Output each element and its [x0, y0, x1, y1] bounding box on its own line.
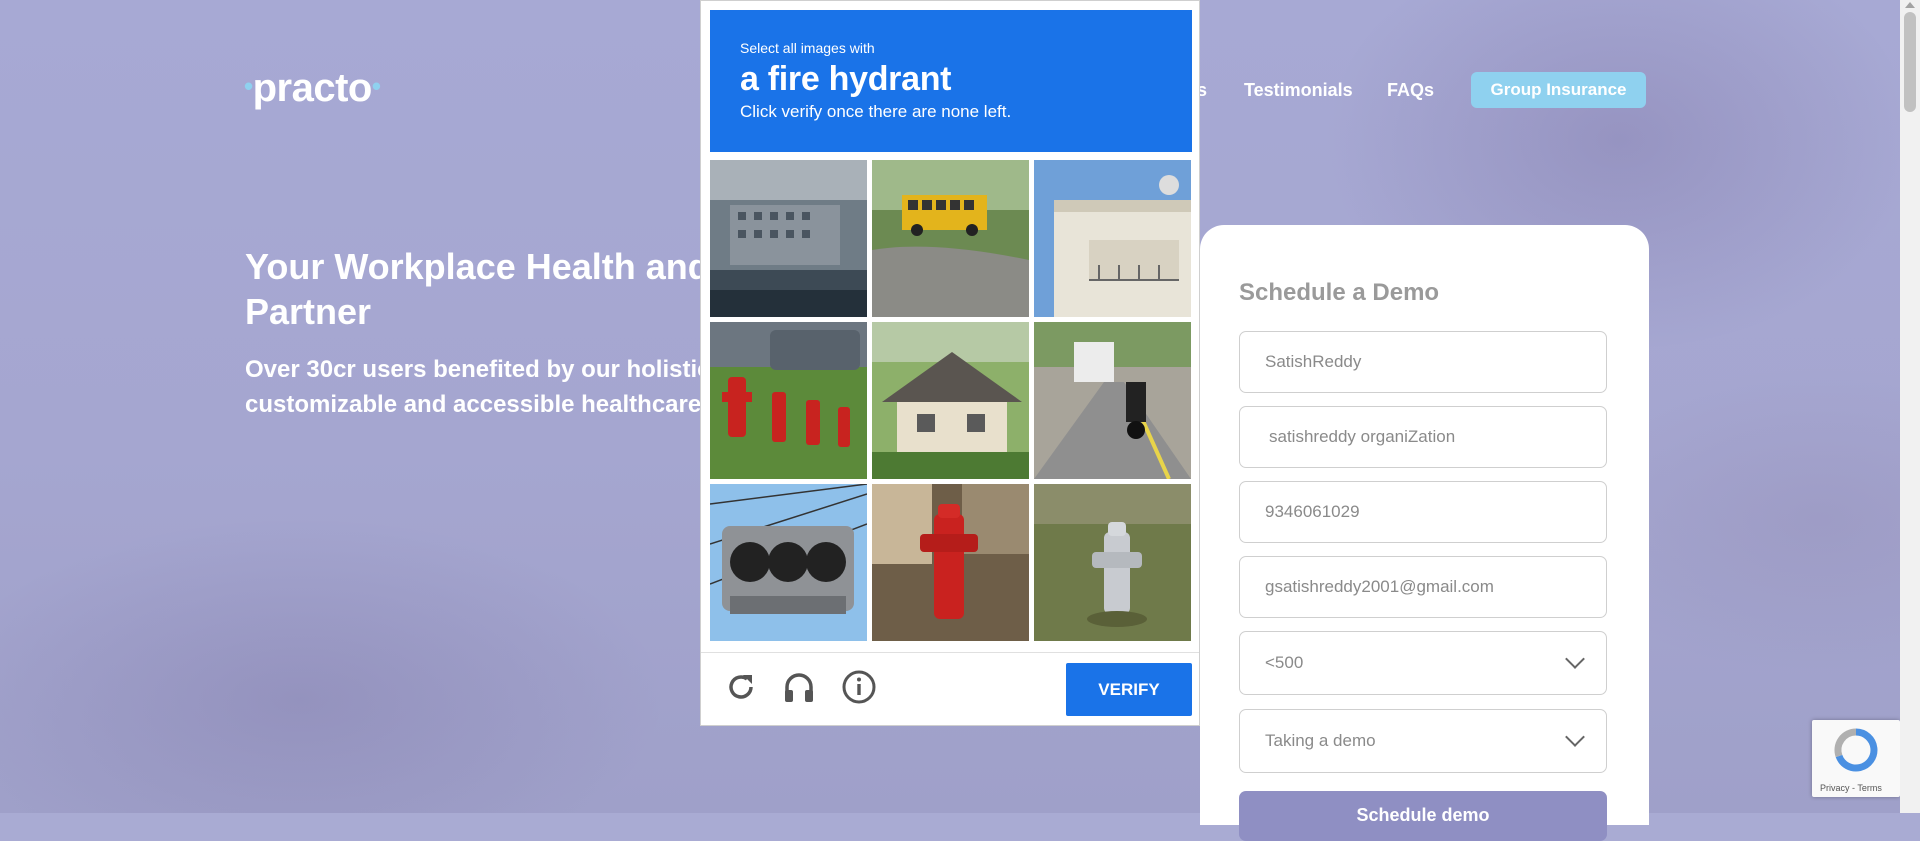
- scroll-up-icon[interactable]: [1905, 2, 1915, 8]
- hero-title-line2: Partner: [245, 291, 372, 332]
- schedule-demo-button[interactable]: Schedule demo: [1239, 791, 1607, 841]
- verify-button[interactable]: VERIFY: [1066, 663, 1192, 716]
- info-icon[interactable]: [839, 667, 879, 707]
- hero-subtitle-line1: Over 30cr users benefited by our holisti…: [245, 356, 715, 383]
- captcha-target: a fire hydrant: [740, 60, 952, 98]
- employee-count-value: <500: [1265, 653, 1304, 672]
- organization-field[interactable]: satishreddy organiZation: [1239, 406, 1607, 468]
- purpose-value: Taking a demo: [1265, 731, 1376, 750]
- captcha-instruction: Select all images with: [740, 40, 875, 56]
- recaptcha-badge[interactable]: Privacy - Terms: [1812, 720, 1900, 797]
- recaptcha-privacy-terms[interactable]: Privacy - Terms: [1820, 783, 1882, 793]
- phone-field[interactable]: 9346061029: [1239, 481, 1607, 543]
- email-field[interactable]: gsatishreddy2001@gmail.com: [1239, 556, 1607, 618]
- captcha-tile-red-hydrant[interactable]: [872, 484, 1029, 641]
- captcha-tile-house-balcony[interactable]: [1034, 160, 1191, 317]
- captcha-tile-traffic-light[interactable]: [710, 484, 867, 641]
- chevron-down-icon: [1565, 727, 1585, 747]
- captcha-tile-fire-hydrants[interactable]: [710, 322, 867, 479]
- nav-item-testimonials[interactable]: Testimonials: [1244, 80, 1353, 101]
- captcha-header: Select all images with a fire hydrant Cl…: [710, 10, 1192, 152]
- reload-icon[interactable]: [721, 667, 761, 707]
- purpose-select[interactable]: Taking a demo: [1239, 709, 1607, 773]
- captcha-tile-building[interactable]: [710, 160, 867, 317]
- captcha-tile-silver-hydrant[interactable]: [1034, 484, 1191, 641]
- captcha-tile-house[interactable]: [872, 322, 1029, 479]
- captcha-tile-school-bus[interactable]: [872, 160, 1029, 317]
- name-field[interactable]: SatishReddy: [1239, 331, 1607, 393]
- page-scrollbar[interactable]: [1900, 0, 1920, 813]
- demo-form-title: Schedule a Demo: [1239, 279, 1440, 306]
- employee-count-select[interactable]: <500: [1239, 631, 1607, 695]
- chevron-down-icon: [1565, 649, 1585, 669]
- captcha-tile-grid: [710, 160, 1192, 642]
- hero-title-line1: Your Workplace Health and W: [245, 246, 715, 287]
- logo-dot-right: •: [371, 71, 381, 101]
- recaptcha-logo-icon: [1834, 728, 1878, 772]
- scrollbar-thumb[interactable]: [1904, 12, 1916, 112]
- nav-item-faqs[interactable]: FAQs: [1387, 80, 1434, 101]
- practo-logo[interactable]: •practo•: [244, 66, 381, 111]
- hero-subtitle-line2: customizable and accessible healthcare s: [245, 391, 715, 418]
- group-insurance-button[interactable]: Group Insurance: [1471, 72, 1646, 108]
- recaptcha-challenge: Select all images with a fire hydrant Cl…: [700, 0, 1200, 726]
- headphones-icon[interactable]: [779, 667, 819, 707]
- logo-text: practo: [252, 66, 373, 110]
- captcha-tile-motorcycle[interactable]: [1034, 322, 1191, 479]
- hero-title: Your Workplace Health and W Partner: [245, 244, 715, 334]
- hero-subtitle: Over 30cr users benefited by our holisti…: [245, 352, 715, 422]
- schedule-demo-card: Schedule a Demo SatishReddy satishreddy …: [1200, 225, 1649, 841]
- captcha-footer-divider: [701, 652, 1199, 653]
- logo-dot-left: •: [244, 71, 253, 101]
- captcha-note: Click verify once there are none left.: [740, 102, 1012, 121]
